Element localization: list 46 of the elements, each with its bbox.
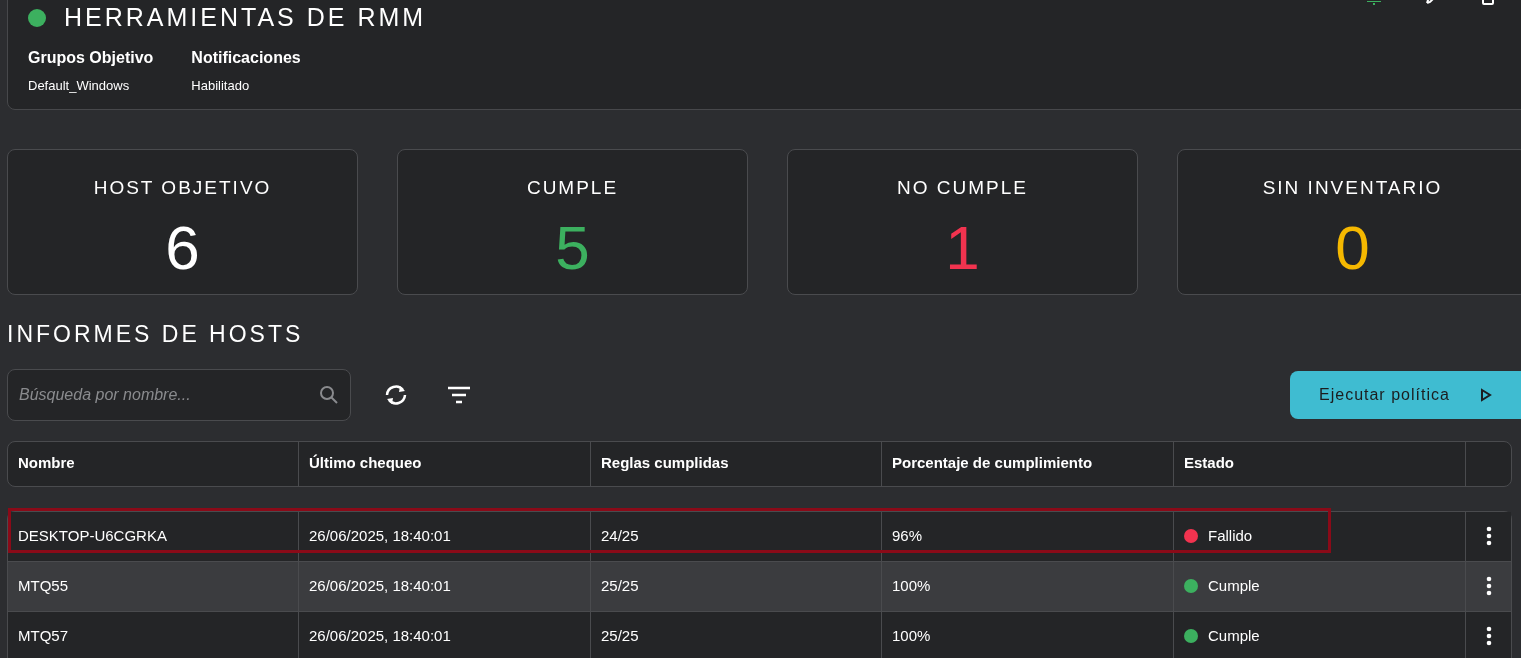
page-title: HERRAMIENTAS DE RMM <box>64 5 427 30</box>
table-cell: DESKTOP-U6CGRKA <box>8 511 299 561</box>
play-icon <box>1479 387 1492 402</box>
table-cell: 96% <box>882 511 1174 561</box>
column-header[interactable]: Reglas cumplidas <box>591 441 882 486</box>
more-icon[interactable] <box>1485 526 1492 546</box>
search-icon <box>319 384 339 405</box>
column-header[interactable]: Porcentaje de cumplimiento <box>882 441 1174 486</box>
more-icon[interactable] <box>1485 576 1492 596</box>
field-value: Default_Windows <box>28 77 131 95</box>
table-cell: MTQ57 <box>8 611 299 658</box>
column-header[interactable]: Estado <box>1174 441 1466 486</box>
table-cell: 24/25 <box>591 511 882 561</box>
stat-value: 0 <box>1335 216 1370 279</box>
more-icon[interactable] <box>1485 626 1492 646</box>
field-label: Grupos Objetivo <box>28 48 154 68</box>
table-row[interactable]: DESKTOP-U6CGRKA 26/06/2025, 18:40:01 24/25 96% Fallido <box>8 511 1511 562</box>
stat-value: 1 <box>945 216 980 279</box>
table-cell: 26/06/2025, 18:40:01 <box>299 561 591 611</box>
column-header[interactable]: Último chequeo <box>299 441 591 486</box>
section-title: INFORMES DE HOSTS <box>7 320 305 349</box>
run-policy-button[interactable]: Ejecutar política <box>1290 370 1521 419</box>
table-cell: 100% <box>882 561 1174 611</box>
stat-label: NO CUMPLE <box>897 176 1028 200</box>
column-header[interactable]: Nombre <box>8 441 299 486</box>
table-cell: 100% <box>882 611 1174 658</box>
refresh-icon[interactable] <box>383 383 409 406</box>
table-cell: 26/06/2025, 18:40:01 <box>299 511 591 561</box>
status-text: Cumple <box>1208 575 1260 596</box>
filter-icon[interactable] <box>447 385 471 404</box>
stat-label: HOST OBJETIVO <box>93 176 272 200</box>
table-cell: 26/06/2025, 18:40:01 <box>299 611 591 658</box>
status-text: Cumple <box>1208 625 1260 646</box>
field-value: Habilitado <box>191 77 251 95</box>
table-cell: 25/25 <box>591 611 882 658</box>
stat-value: 6 <box>165 216 200 279</box>
table-cell: MTQ55 <box>8 561 299 611</box>
field-label: Notificaciones <box>191 48 301 68</box>
stat-label: CUMPLE <box>526 176 619 200</box>
search-field[interactable]: Búsqueda por nombre... <box>7 368 351 421</box>
stat-value: 5 <box>555 216 590 279</box>
table-row[interactable]: MTQ55 26/06/2025, 18:40:01 25/25 100% Cumple <box>8 561 1511 612</box>
table-row[interactable]: MTQ57 26/06/2025, 18:40:01 25/25 100% Cumple <box>8 611 1511 658</box>
status-text: Fallido <box>1208 525 1253 546</box>
stat-label: SIN INVENTARIO <box>1262 176 1443 200</box>
table-cell: 25/25 <box>591 561 882 611</box>
